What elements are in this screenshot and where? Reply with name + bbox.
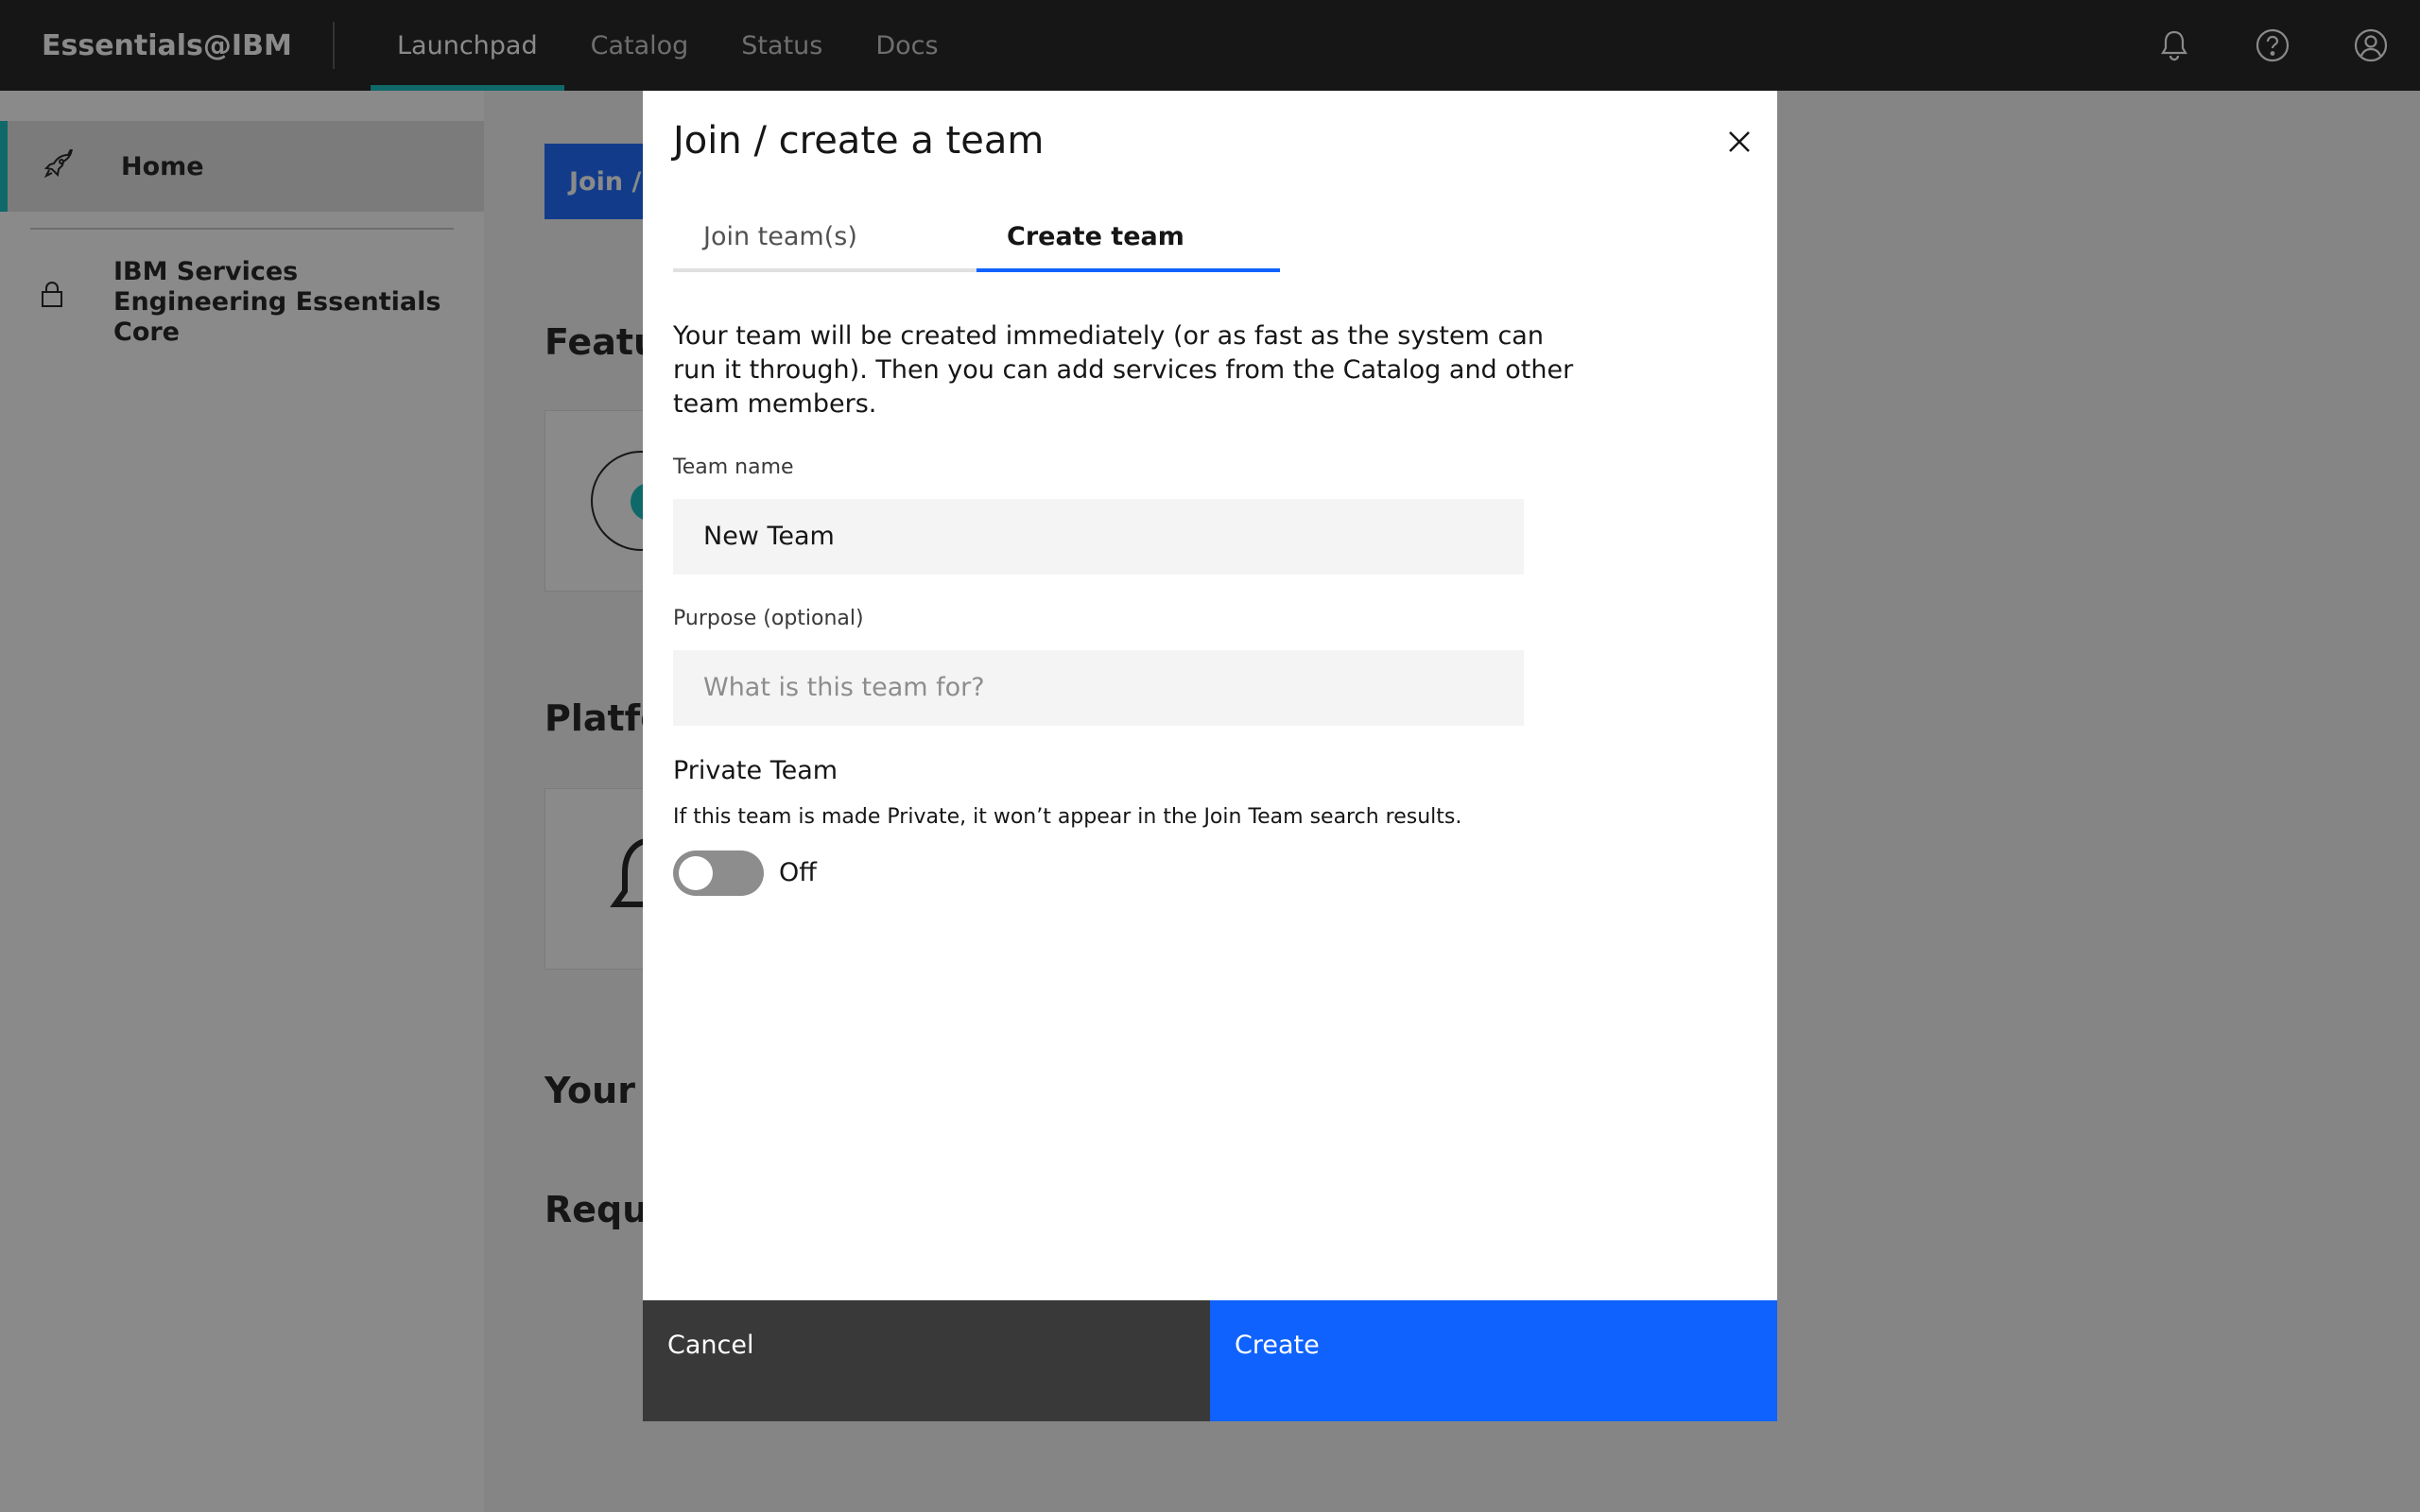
modal-footer: Cancel Create <box>643 1300 1777 1421</box>
tab-join-teams[interactable]: Join team(s) <box>673 204 977 272</box>
tab-create-team[interactable]: Create team <box>977 204 1280 272</box>
team-name-input[interactable] <box>673 499 1524 575</box>
modal-title: Join / create a team <box>673 119 1045 163</box>
toggle-knob <box>679 856 713 890</box>
toggle-state-label: Off <box>779 858 817 887</box>
close-icon[interactable] <box>1715 117 1764 166</box>
private-team-helper-text: If this team is made Private, it won’t a… <box>673 805 1462 829</box>
private-team-toggle[interactable] <box>673 850 764 896</box>
purpose-input[interactable] <box>673 650 1524 726</box>
private-team-heading: Private Team <box>673 756 838 785</box>
team-name-label: Team name <box>673 455 794 479</box>
create-team-modal: Join / create a team Join team(s) Create… <box>643 91 1777 1421</box>
modal-tabs: Join team(s) Create team <box>673 204 1280 272</box>
create-button[interactable]: Create <box>1210 1300 1777 1421</box>
cancel-button[interactable]: Cancel <box>643 1300 1210 1421</box>
purpose-label: Purpose (optional) <box>673 607 864 630</box>
create-team-description: Your team will be created immediately (o… <box>673 321 1574 419</box>
